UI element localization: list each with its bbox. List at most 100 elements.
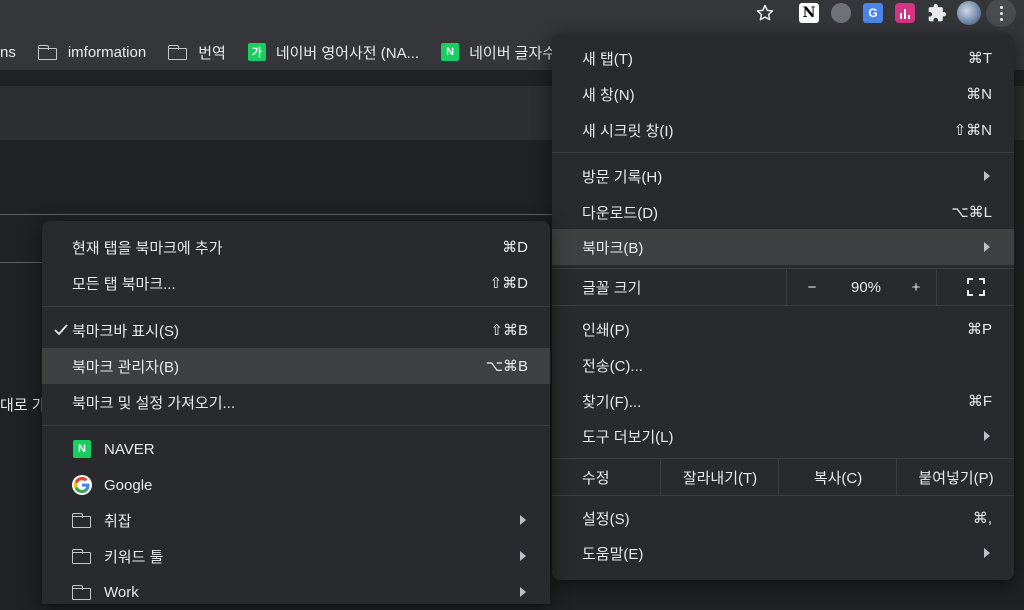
menu-shortcut: ⌘, [972, 510, 992, 527]
menu-shortcut: ⇧⌘N [953, 122, 992, 139]
chevron-right-icon [984, 242, 990, 252]
menu-bookmarks[interactable]: 북마크(B) [552, 229, 1014, 265]
menu-label: Work [104, 583, 139, 601]
puzzle-extensions-icon[interactable] [922, 0, 952, 26]
bookmark-label: ns [0, 43, 16, 61]
fullscreen-button[interactable] [936, 269, 1015, 305]
bookmarks-submenu: 현재 탭을 북마크에 추가 ⌘D 모든 탭 북마크... ⇧⌘D 북마크바 표시… [42, 221, 550, 604]
cut-button[interactable]: 잘라내기(T) [660, 459, 779, 495]
extension-icons: N G [748, 0, 1016, 27]
menu-label: 방문 기록(H) [582, 168, 663, 186]
menu-find[interactable]: 찾기(F)... ⌘F [552, 383, 1014, 419]
chrome-main-menu: 새 탭(T) ⌘T 새 창(N) ⌘N 새 시크릿 창(I) ⇧⌘N 방문 기록… [552, 34, 1014, 580]
menu-label: 다운로드(D) [582, 204, 659, 222]
chevron-right-icon [520, 515, 526, 525]
menu-shortcut: ⌘P [966, 321, 992, 338]
menu-separator [42, 425, 550, 426]
bookmark-label: 네이버 영어사전 (NA... [275, 44, 420, 62]
submenu-import-bookmarks[interactable]: 북마크 및 설정 가져오기... [42, 384, 550, 420]
bookmark-label: imformation [67, 43, 147, 61]
menu-new-incognito[interactable]: 새 시크릿 창(I) ⇧⌘N [552, 112, 1014, 148]
menu-label: Google [104, 476, 153, 494]
star-icon[interactable] [750, 0, 780, 26]
submenu-folder-keyword-tool[interactable]: 키워드 툴 [42, 538, 550, 574]
menu-label: 새 시크릿 창(I) [582, 122, 674, 140]
bookmark-naver-count[interactable]: N 네이버 글자수 [441, 42, 556, 63]
menu-print[interactable]: 인쇄(P) ⌘P [552, 311, 1014, 347]
kebab-menu-icon[interactable] [986, 0, 1016, 27]
menu-cast[interactable]: 전송(C)... [552, 347, 1014, 383]
bookmark-folder-imformation[interactable]: imformation [37, 43, 147, 61]
chevron-right-icon [984, 431, 990, 441]
bookmark-ns[interactable]: ns [0, 44, 16, 61]
menu-shortcut: ⌥⌘B [485, 358, 528, 375]
submenu-bookmark-google[interactable]: Google [42, 467, 550, 503]
menu-shortcut: ⌘N [966, 86, 992, 103]
menu-help[interactable]: 도움말(E) [552, 535, 1014, 571]
menu-label: 현재 탭을 북마크에 추가 [72, 239, 223, 257]
translate-extension-icon[interactable]: G [858, 0, 888, 26]
submenu-bookmark-naver[interactable]: N NAVER [42, 431, 550, 467]
notion-icon[interactable]: N [794, 0, 824, 26]
menu-downloads[interactable]: 다운로드(D) ⌥⌘L [552, 194, 1014, 230]
submenu-folder-chwijap[interactable]: 취잡 [42, 502, 550, 538]
folder-icon [37, 44, 58, 60]
menu-label: 새 탭(T) [582, 50, 633, 68]
folder-icon [72, 510, 92, 530]
bookmark-folder-translate[interactable]: 번역 [168, 42, 226, 63]
submenu-bookmark-this-tab[interactable]: 현재 탭을 북마크에 추가 ⌘D [42, 229, 550, 265]
chart-extension-icon[interactable] [890, 0, 920, 26]
menu-shortcut: ⌘F [967, 393, 992, 410]
chevron-right-icon [520, 587, 526, 597]
translate-glyph: G [863, 3, 883, 23]
submenu-bookmark-manager[interactable]: 북마크 관리자(B) ⌥⌘B [42, 348, 550, 384]
zoom-out-button[interactable]: − [786, 269, 837, 305]
naver-glyph: N [73, 440, 91, 458]
menu-label: 설정(S) [582, 510, 630, 528]
share-extension-icon[interactable] [826, 0, 856, 26]
page-divider [0, 214, 560, 215]
menu-shortcut: ⌥⌘L [951, 204, 992, 221]
paste-label: 붙여넣기(P) [918, 469, 994, 487]
google-icon [72, 475, 92, 495]
menu-settings[interactable]: 설정(S) ⌘, [552, 500, 1014, 536]
edit-label: 수정 [582, 469, 610, 487]
minus-icon: − [807, 278, 817, 296]
profile-avatar[interactable] [954, 0, 984, 26]
menu-new-tab[interactable]: 새 탭(T) ⌘T [552, 40, 1014, 76]
menu-label: 찾기(F)... [582, 393, 642, 411]
menu-label: 북마크 관리자(B) [72, 358, 179, 376]
zoom-percent: 90% [850, 278, 882, 296]
menu-shortcut: ⌘T [967, 50, 992, 67]
submenu-show-bookmarks-bar[interactable]: 북마크바 표시(S) ⇧⌘B [42, 312, 550, 348]
menu-label: 모든 탭 북마크... [72, 275, 176, 293]
submenu-bookmark-all-tabs[interactable]: 모든 탭 북마크... ⇧⌘D [42, 265, 550, 301]
paste-button[interactable]: 붙여넣기(P) [896, 459, 1015, 495]
submenu-folder-work[interactable]: Work [42, 574, 550, 610]
menu-label: 북마크바 표시(S) [72, 322, 179, 340]
menu-label: 전송(C)... [582, 357, 643, 375]
menu-separator [552, 495, 1014, 496]
bookmark-label: 번역 [198, 44, 226, 62]
menu-label: 새 창(N) [582, 86, 635, 104]
menu-edit-row: 수정 잘라내기(T) 복사(C) 붙여넣기(P) [552, 459, 1014, 495]
menu-new-window[interactable]: 새 창(N) ⌘N [552, 76, 1014, 112]
menu-separator [552, 305, 1014, 306]
zoom-in-button[interactable]: + [896, 269, 936, 305]
menu-label: 인쇄(P) [582, 321, 630, 339]
bookmark-naver-dictionary[interactable]: 가 네이버 영어사전 (NA... [247, 42, 420, 63]
bookmark-label: 네이버 글자수 [469, 44, 557, 62]
menu-label: 취잡 [104, 512, 132, 530]
menu-history[interactable]: 방문 기록(H) [552, 158, 1014, 194]
cut-label: 잘라내기(T) [682, 469, 758, 487]
browser-toolbar: N G [0, 0, 1024, 34]
menu-more-tools[interactable]: 도구 더보기(L) [552, 418, 1014, 454]
notion-glyph: N [799, 3, 819, 23]
menu-label: 도구 더보기(L) [582, 428, 674, 446]
checkmark-icon [54, 312, 68, 348]
menu-shortcut: ⌘D [502, 239, 528, 256]
copy-button[interactable]: 복사(C) [778, 459, 897, 495]
menu-label: 북마크(B) [582, 239, 644, 257]
menu-label: 키워드 툴 [104, 548, 164, 566]
naver-dictionary-icon: 가 [247, 43, 266, 61]
